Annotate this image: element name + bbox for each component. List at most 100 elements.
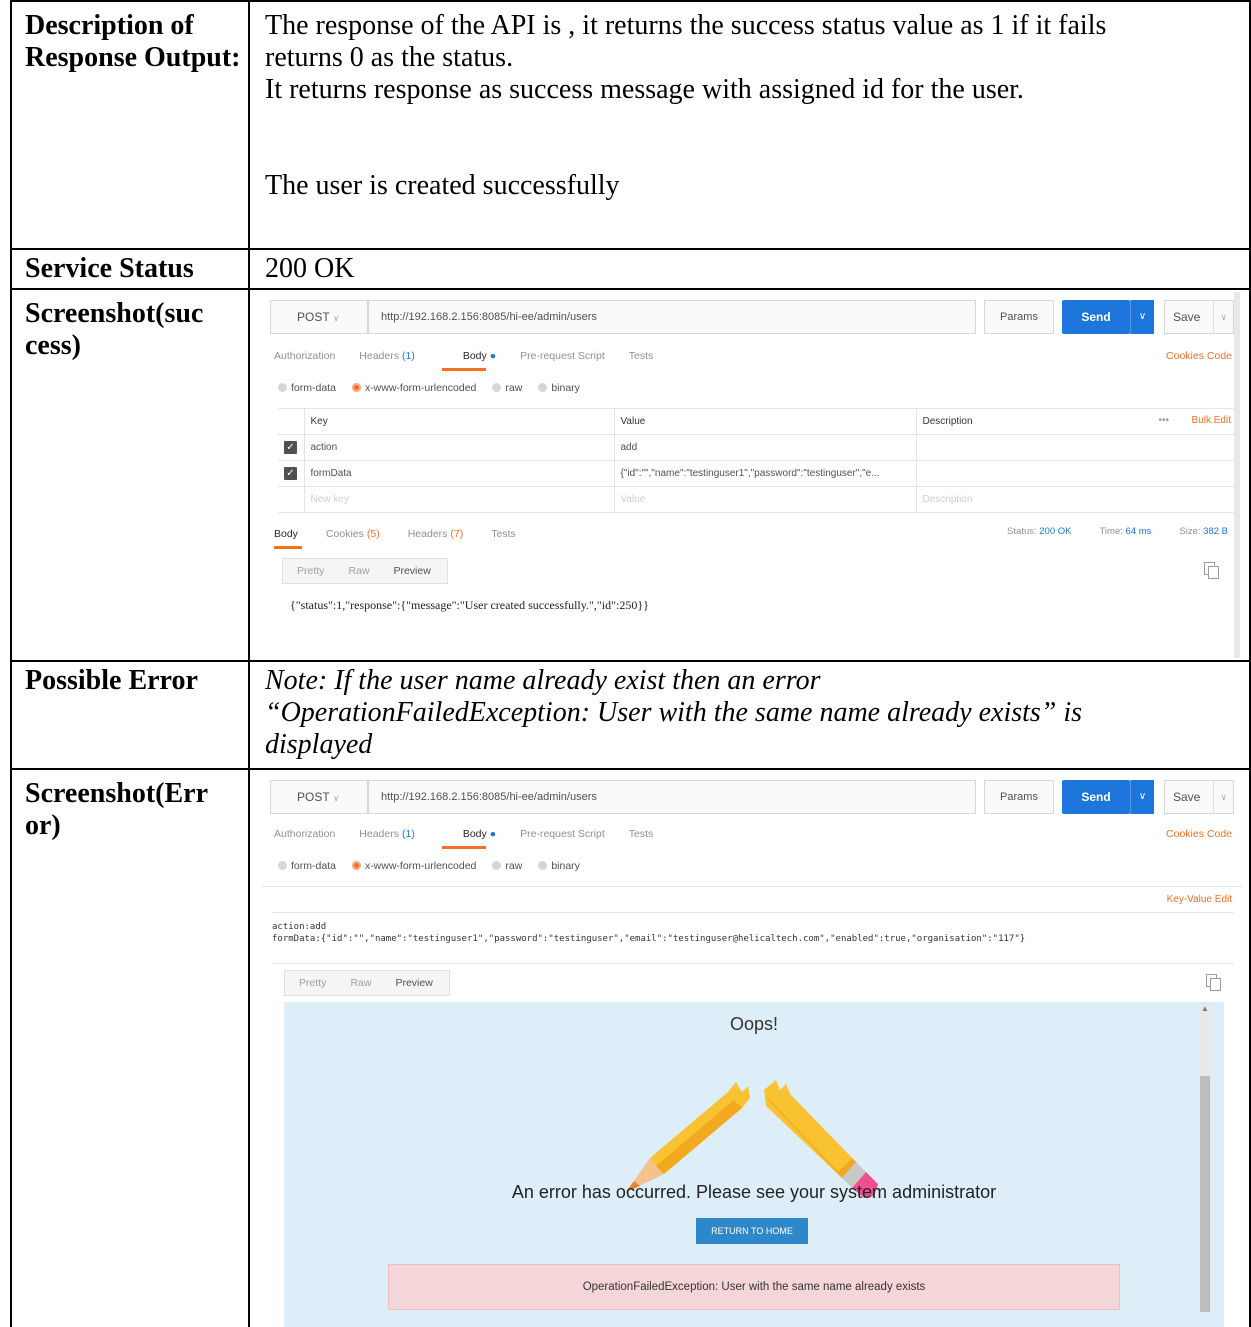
radio-label: form-data: [291, 860, 336, 872]
new-description-input[interactable]: Description: [915, 486, 1240, 513]
stat-label: Size:: [1179, 526, 1201, 537]
row-service-status: Service Status 200 OK: [10, 248, 1251, 288]
format-pretty[interactable]: Pretty: [299, 977, 326, 989]
tab-prerequest[interactable]: Pre-request Script: [520, 350, 605, 362]
tab-prerequest[interactable]: Pre-request Script: [520, 828, 605, 840]
radio-binary[interactable]: binary: [538, 382, 580, 394]
stat-label: Time:: [1099, 526, 1123, 537]
screenshot-error-label-1: Screenshot(Err: [25, 778, 208, 809]
format-raw[interactable]: Raw: [348, 565, 369, 577]
error-preview-panel: Oops! An error has occurred. Please see …: [284, 1002, 1224, 1327]
checkbox[interactable]: ✓: [284, 441, 297, 454]
send-dropdown-button[interactable]: ∨: [1130, 300, 1154, 334]
url-input[interactable]: http://192.168.2.156:8085/hi-ee/admin/us…: [368, 300, 976, 334]
row-label: Description of Response Output:: [12, 2, 250, 248]
tab-response-body[interactable]: Body: [274, 528, 298, 540]
cookies-link[interactable]: Cookies: [1166, 350, 1204, 362]
format-toggle: Pretty Raw Preview: [284, 970, 450, 996]
tab-response-cookies[interactable]: Cookies (5): [326, 528, 380, 540]
raw-line-2: formData:{"id":"","name":"testinguser1",…: [272, 934, 1026, 944]
send-button[interactable]: Send: [1062, 300, 1130, 334]
save-button[interactable]: Save ∨: [1164, 780, 1234, 814]
code-link[interactable]: Code: [1207, 350, 1232, 362]
format-pretty[interactable]: Pretty: [297, 565, 324, 577]
tab-body[interactable]: Body ●: [463, 828, 496, 840]
new-value-input[interactable]: Value: [613, 486, 917, 513]
size-value: 382 B: [1203, 526, 1228, 537]
value-cell[interactable]: add: [613, 434, 917, 461]
response-stats: Status: 200 OK Time: 64 ms Size: 382 B: [979, 526, 1228, 537]
scrollbar-thumb[interactable]: [1200, 1076, 1210, 1312]
params-button[interactable]: Params: [984, 780, 1054, 814]
column-label: Description: [922, 416, 973, 427]
description-cell[interactable]: [915, 434, 1240, 461]
url-input[interactable]: http://192.168.2.156:8085/hi-ee/admin/us…: [368, 780, 976, 814]
value-cell[interactable]: {"id":"","name":"testinguser1","password…: [613, 460, 917, 487]
more-icon[interactable]: •••: [1158, 415, 1169, 426]
row-possible-error: Possible Error Note: If the user name al…: [10, 660, 1251, 768]
save-button[interactable]: Save ∨: [1164, 300, 1234, 334]
format-preview[interactable]: Preview: [393, 565, 430, 577]
oops-heading: Oops!: [729, 1014, 779, 1034]
code-link[interactable]: Code: [1207, 828, 1232, 840]
time-stat: Time: 64 ms: [1085, 526, 1151, 537]
table-cell: [278, 486, 305, 513]
service-status-label: Service Status: [25, 253, 194, 284]
key-value-edit-link[interactable]: Key-Value Edit: [1167, 894, 1232, 905]
key-value-table: Key Value Description Bulk Edit ••• ✓ acti…: [278, 408, 1240, 513]
method-select[interactable]: POST ∨: [270, 780, 368, 814]
tab-tests[interactable]: Tests: [629, 350, 654, 362]
body-mode-radios: form-data x-www-form-urlencoded raw binary: [278, 382, 596, 394]
params-button[interactable]: Params: [984, 300, 1054, 334]
column-header-description: Description Bulk Edit •••: [915, 408, 1240, 435]
tab-authorization[interactable]: Authorization: [274, 828, 335, 840]
key-cell[interactable]: action: [303, 434, 615, 461]
send-dropdown-button[interactable]: ∨: [1130, 780, 1154, 814]
method-select[interactable]: POST ∨: [270, 300, 368, 334]
tab-headers[interactable]: Headers (1): [359, 350, 439, 362]
return-home-button[interactable]: RETURN TO HOME: [696, 1218, 808, 1244]
table-row: ✓ action add: [278, 434, 1240, 461]
copy-icon[interactable]: [1206, 974, 1221, 991]
radio-raw[interactable]: raw: [492, 860, 522, 872]
screenshot-success-label-2: cess): [25, 330, 81, 361]
tab-label: Headers: [359, 828, 399, 840]
tab-response-headers[interactable]: Headers (7): [408, 528, 464, 540]
key-cell[interactable]: formData: [303, 460, 615, 487]
row-value: Note: If the user name already exist the…: [252, 662, 1249, 768]
radio-icon: [278, 861, 287, 870]
radio-raw[interactable]: raw: [492, 382, 522, 394]
copy-icon[interactable]: [1204, 562, 1219, 579]
radio-form-data[interactable]: form-data: [278, 382, 336, 394]
tab-label: Headers: [407, 528, 448, 540]
active-tab-underline: [442, 368, 486, 371]
row-label: Screenshot(Err or): [12, 770, 250, 1327]
radio-urlencoded[interactable]: x-www-form-urlencoded: [351, 382, 476, 394]
raw-body-editor[interactable]: action:add formData:{"id":"","name":"tes…: [272, 912, 1234, 964]
format-preview[interactable]: Preview: [395, 977, 432, 989]
table-header-row: Key Value Description Bulk Edit •••: [278, 408, 1240, 435]
tab-authorization[interactable]: Authorization: [274, 350, 335, 362]
checkbox[interactable]: ✓: [284, 467, 297, 480]
description-cell[interactable]: [915, 460, 1240, 487]
radio-binary[interactable]: binary: [538, 860, 580, 872]
chevron-down-icon: ∨: [1213, 301, 1227, 333]
format-raw[interactable]: Raw: [350, 977, 371, 989]
scrollbar[interactable]: [1234, 292, 1240, 658]
tab-headers[interactable]: Headers (1): [359, 828, 439, 840]
radio-label: x-www-form-urlencoded: [364, 860, 477, 872]
radio-form-data[interactable]: form-data: [278, 860, 336, 872]
raw-line-1: action:add: [272, 922, 327, 932]
scroll-up-icon[interactable]: ▲: [1201, 1004, 1209, 1013]
tab-response-tests[interactable]: Tests: [491, 528, 516, 540]
radio-urlencoded[interactable]: x-www-form-urlencoded: [351, 860, 477, 872]
tab-tests[interactable]: Tests: [629, 828, 654, 840]
new-key-input[interactable]: New key: [303, 486, 615, 513]
send-button[interactable]: Send: [1062, 780, 1130, 814]
chevron-down-icon: ∨: [332, 793, 340, 803]
tab-body[interactable]: Body ●: [463, 350, 496, 362]
table-row: ✓ formData {"id":"","name":"testinguser1…: [278, 460, 1240, 487]
dot-icon: ●: [489, 828, 497, 840]
bulk-edit-link[interactable]: Bulk Edit: [1192, 415, 1231, 426]
cookies-link[interactable]: Cookies: [1166, 828, 1204, 840]
